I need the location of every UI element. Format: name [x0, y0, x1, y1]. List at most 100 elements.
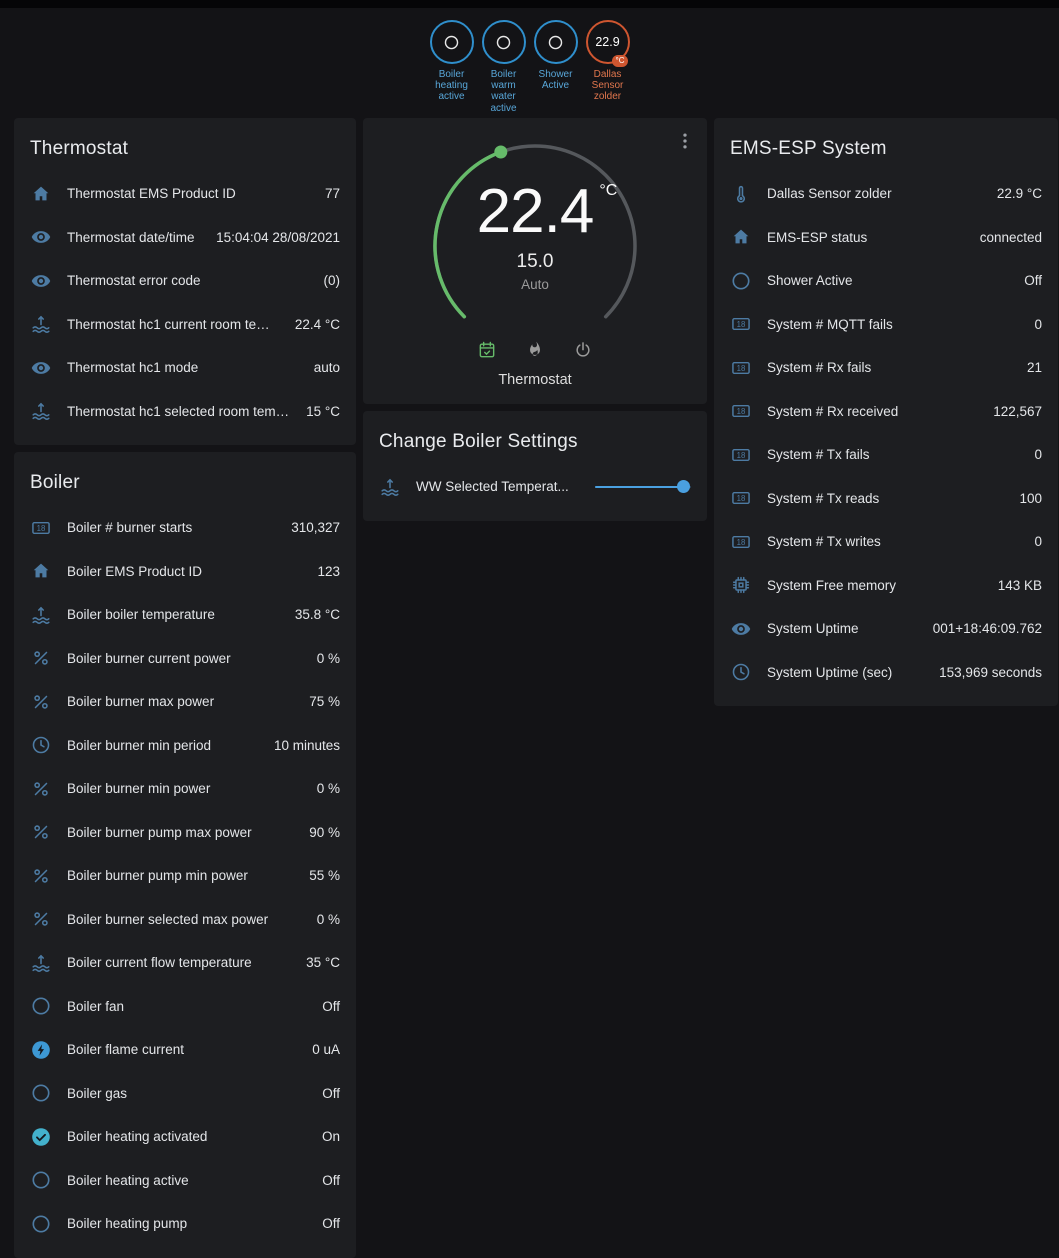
entity-row[interactable]: Boiler heating activated On: [14, 1115, 356, 1159]
entity-row[interactable]: Thermostat error code (0): [14, 259, 356, 303]
entity-name: Dallas Sensor zolder: [767, 186, 982, 201]
entity-row[interactable]: 18 System # Tx writes 0: [714, 520, 1058, 564]
percent-icon: [30, 778, 52, 800]
badge-value: 22.9: [595, 35, 619, 49]
entity-row[interactable]: System Uptime (sec) 153,969 seconds: [714, 651, 1058, 695]
entity-row[interactable]: Boiler burner current power 0 %: [14, 637, 356, 681]
badge-label: Dallas Sensor zolder: [582, 69, 633, 103]
flash-icon: [30, 1039, 52, 1061]
entity-state: 15 °C: [306, 404, 340, 419]
entity-row[interactable]: Boiler burner min power 0 %: [14, 767, 356, 811]
entity-state: 15:04:04 28/08/2021: [216, 230, 340, 245]
entity-name: Boiler EMS Product ID: [67, 564, 302, 579]
badge[interactable]: Boiler warm water active: [478, 20, 529, 114]
badge[interactable]: Boiler heating active: [426, 20, 477, 103]
calendar-check-icon[interactable]: [477, 340, 497, 360]
entity-name: Boiler boiler temperature: [67, 607, 280, 622]
svg-text:18: 18: [737, 320, 746, 329]
entity-row[interactable]: 18 System # MQTT fails 0: [714, 303, 1058, 347]
entity-row[interactable]: Boiler current flow temperature 35 °C: [14, 941, 356, 985]
mode-buttons: [363, 340, 707, 360]
entity-state: 55 %: [309, 868, 340, 883]
entity-state: 0 %: [317, 912, 340, 927]
badge-circle: [482, 20, 526, 64]
entity-state: 0: [1034, 447, 1042, 462]
entity-row[interactable]: 18 System # Tx fails 0: [714, 433, 1058, 477]
counter-icon: 18: [730, 531, 752, 553]
entity-row[interactable]: Boiler heating active Off: [14, 1159, 356, 1203]
entity-name: Boiler heating pump: [67, 1216, 307, 1231]
entity-state: 75 %: [309, 694, 340, 709]
entity-row[interactable]: 18 System # Tx reads 100: [714, 477, 1058, 521]
hvac-mode-label: Auto: [521, 277, 549, 292]
entity-row[interactable]: Thermostat hc1 mode auto: [14, 346, 356, 390]
badge[interactable]: 22.9 °C Dallas Sensor zolder: [582, 20, 633, 103]
entity-state: 0: [1034, 534, 1042, 549]
entity-row[interactable]: Boiler fan Off: [14, 985, 356, 1029]
card-menu-button[interactable]: [671, 128, 699, 156]
entity-name: Boiler burner pump max power: [67, 825, 294, 840]
percent-icon: [30, 908, 52, 930]
entity-state: 77: [325, 186, 340, 201]
thermometer-icon: [730, 183, 752, 205]
card-title: Thermostat: [14, 118, 356, 172]
entity-name: Boiler burner min power: [67, 781, 302, 796]
counter-icon: 18: [730, 444, 752, 466]
entity-row[interactable]: System Uptime 001+18:46:09.762: [714, 607, 1058, 651]
eye-icon: [30, 357, 52, 379]
entity-row[interactable]: Thermostat hc1 selected room temper... 1…: [14, 390, 356, 434]
clock-icon: [30, 734, 52, 756]
entity-row[interactable]: Thermostat EMS Product ID 77: [14, 172, 356, 216]
entity-row[interactable]: Shower Active Off: [714, 259, 1058, 303]
entity-name: System # Rx received: [767, 404, 978, 419]
entity-row[interactable]: Boiler heating pump Off: [14, 1202, 356, 1246]
svg-text:18: 18: [737, 451, 746, 460]
entity-row[interactable]: Boiler burner max power 75 %: [14, 680, 356, 724]
entity-row[interactable]: Thermostat hc1 current room temper... 22…: [14, 303, 356, 347]
entity-name: Thermostat EMS Product ID: [67, 186, 310, 201]
entity-state: 0: [1034, 317, 1042, 332]
entity-row[interactable]: Boiler burner selected max power 0 %: [14, 898, 356, 942]
ww-temp-slider-thumb[interactable]: [677, 480, 690, 493]
entity-row[interactable]: System Free memory 143 KB: [714, 564, 1058, 608]
water-temp-icon: [30, 313, 52, 335]
entity-name: Thermostat date/time: [67, 230, 201, 245]
card-title: Boiler: [14, 452, 356, 506]
boiler-settings-card: Change Boiler Settings WW Selected Tempe…: [363, 411, 707, 521]
dial-readout: 22.4°C 15.0 Auto: [425, 126, 645, 346]
entity-state: Off: [322, 1216, 340, 1231]
circle-icon: [30, 995, 52, 1017]
flame-icon[interactable]: [525, 340, 545, 360]
entity-row[interactable]: Boiler EMS Product ID 123: [14, 550, 356, 594]
entity-row[interactable]: Boiler burner min period 10 minutes: [14, 724, 356, 768]
clock-icon: [730, 661, 752, 683]
entity-row[interactable]: Dallas Sensor zolder 22.9 °C: [714, 172, 1058, 216]
entity-state: 10 minutes: [274, 738, 340, 753]
entity-row[interactable]: Boiler boiler temperature 35.8 °C: [14, 593, 356, 637]
entity-state: 0 %: [317, 781, 340, 796]
badge-label: Boiler warm water active: [478, 69, 529, 114]
ww-temp-slider[interactable]: [595, 479, 691, 494]
entity-row[interactable]: Boiler flame current 0 uA: [14, 1028, 356, 1072]
eye-icon: [30, 270, 52, 292]
badge[interactable]: Shower Active: [530, 20, 581, 91]
entity-row[interactable]: Thermostat date/time 15:04:04 28/08/2021: [14, 216, 356, 260]
entity-name: Boiler # burner starts: [67, 520, 276, 535]
ww-selected-temp-row[interactable]: WW Selected Temperat...: [363, 465, 707, 509]
entity-row[interactable]: 18 System # Rx fails 21: [714, 346, 1058, 390]
thermostat-dial[interactable]: 22.4°C 15.0 Auto: [425, 136, 645, 356]
entity-name: Thermostat hc1 current room temper...: [67, 317, 280, 332]
entity-row[interactable]: 18 Boiler # burner starts 310,327: [14, 506, 356, 550]
svg-text:18: 18: [737, 538, 746, 547]
entity-name: Boiler burner current power: [67, 651, 302, 666]
entity-state: Off: [1024, 273, 1042, 288]
water-temp-icon: [30, 604, 52, 626]
entity-row[interactable]: Boiler burner pump min power 55 %: [14, 854, 356, 898]
entity-row[interactable]: 18 System # Rx received 122,567: [714, 390, 1058, 434]
badge-label: Boiler heating active: [426, 69, 477, 103]
entity-name: Shower Active: [767, 273, 1009, 288]
entity-row[interactable]: EMS-ESP status connected: [714, 216, 1058, 260]
entity-row[interactable]: Boiler burner pump max power 90 %: [14, 811, 356, 855]
power-icon[interactable]: [573, 340, 593, 360]
entity-row[interactable]: Boiler gas Off: [14, 1072, 356, 1116]
